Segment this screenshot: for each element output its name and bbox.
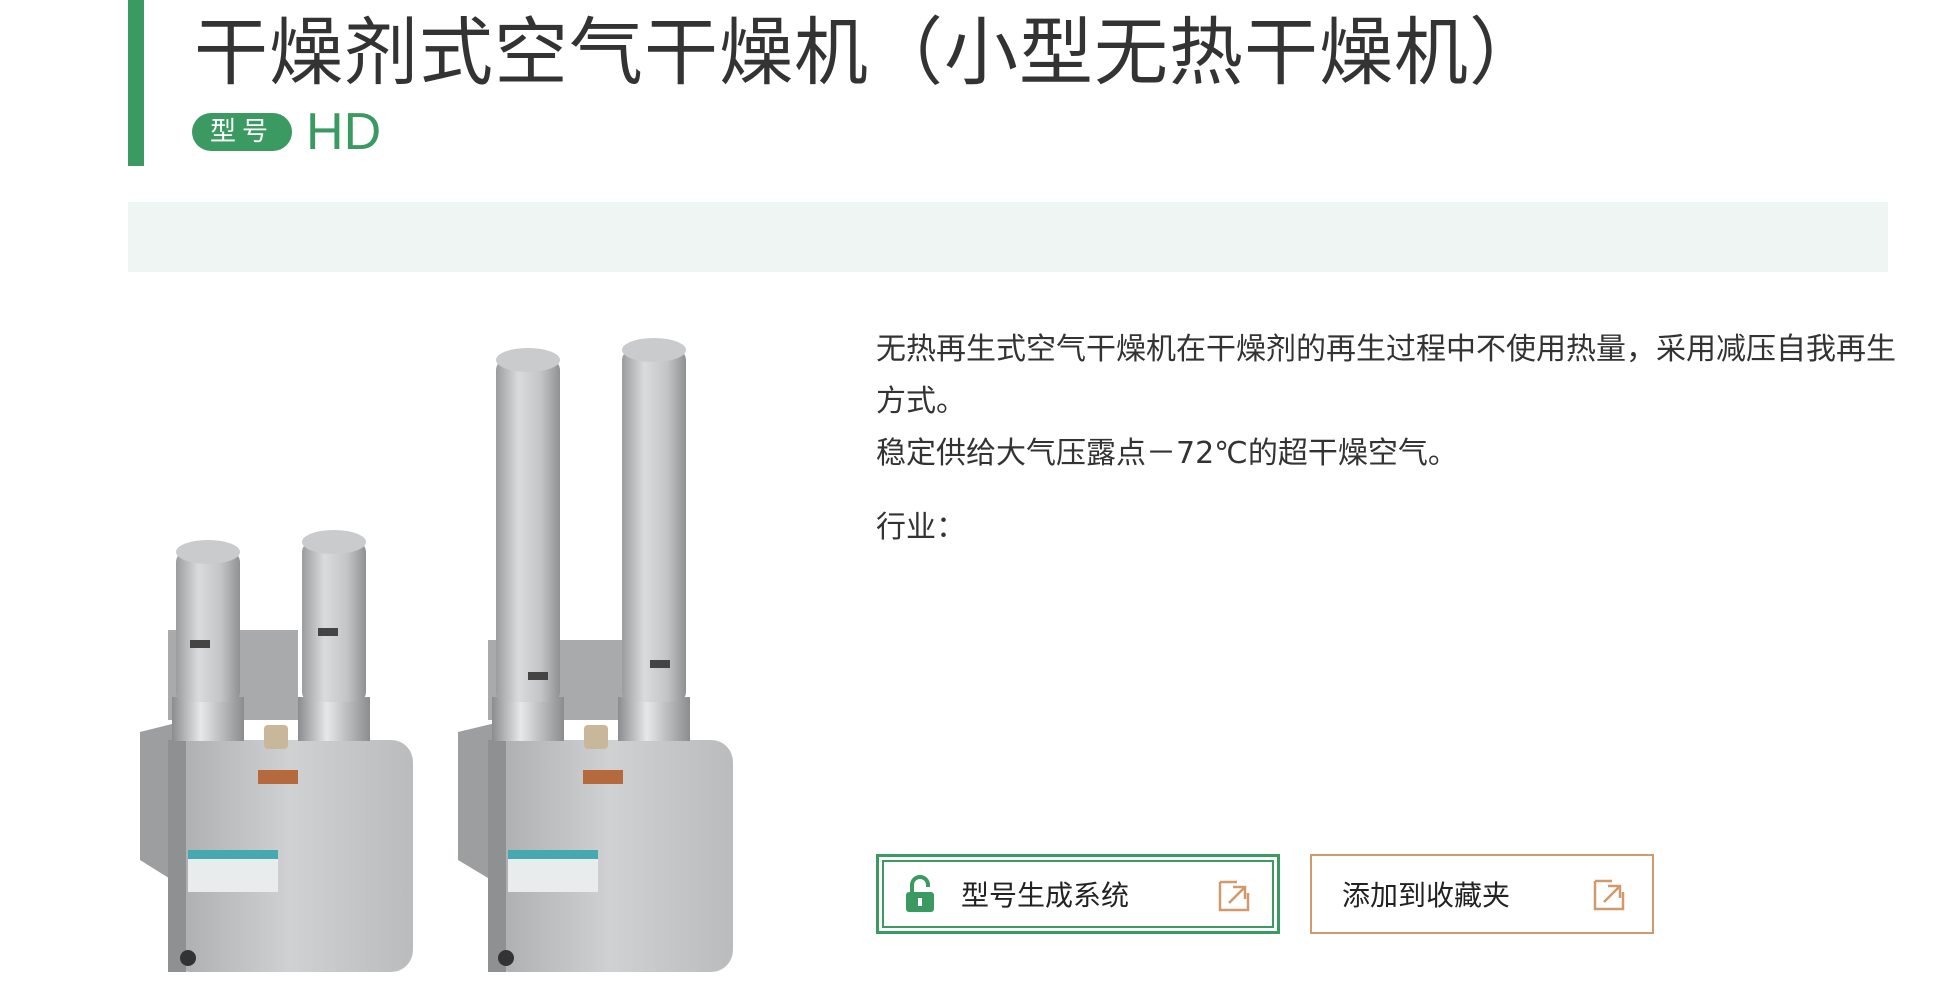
model-generator-button[interactable]: 型号生成系统 [876, 854, 1280, 934]
model-label-badge: 型号 [192, 113, 293, 151]
external-link-icon [1593, 879, 1625, 911]
description-line-2: 稳定供给大气压露点－72℃的超干燥空气。 [876, 436, 1458, 471]
model-generator-label: 型号生成系统 [961, 879, 1130, 912]
add-to-favorites-button[interactable]: 添加到收藏夹 [1310, 854, 1654, 934]
product-image [140, 338, 733, 972]
model-row: 型号 HD [192, 104, 381, 160]
description-line-1: 无热再生式空气干燥机在干燥剂的再生过程中不使用热量，采用减压自我再生方式。 [876, 332, 1896, 419]
external-link-icon [1218, 880, 1250, 912]
lock-icon [906, 875, 934, 912]
page-title: 干燥剂式空气干燥机（小型无热干燥机） [194, 10, 1544, 96]
tab-band [128, 202, 1888, 272]
small-dryer-unit [140, 530, 413, 972]
add-to-favorites-label: 添加到收藏夹 [1342, 879, 1511, 912]
industry-label: 行业： [876, 510, 966, 545]
title-block: 干燥剂式空气干燥机（小型无热干燥机） 型号 HD [128, 0, 1904, 166]
large-dryer-unit [458, 338, 733, 972]
model-code: HD [306, 103, 382, 161]
product-description: 无热再生式空气干燥机在干燥剂的再生过程中不使用热量，采用减压自我再生方式。 稳定… [876, 324, 1896, 480]
